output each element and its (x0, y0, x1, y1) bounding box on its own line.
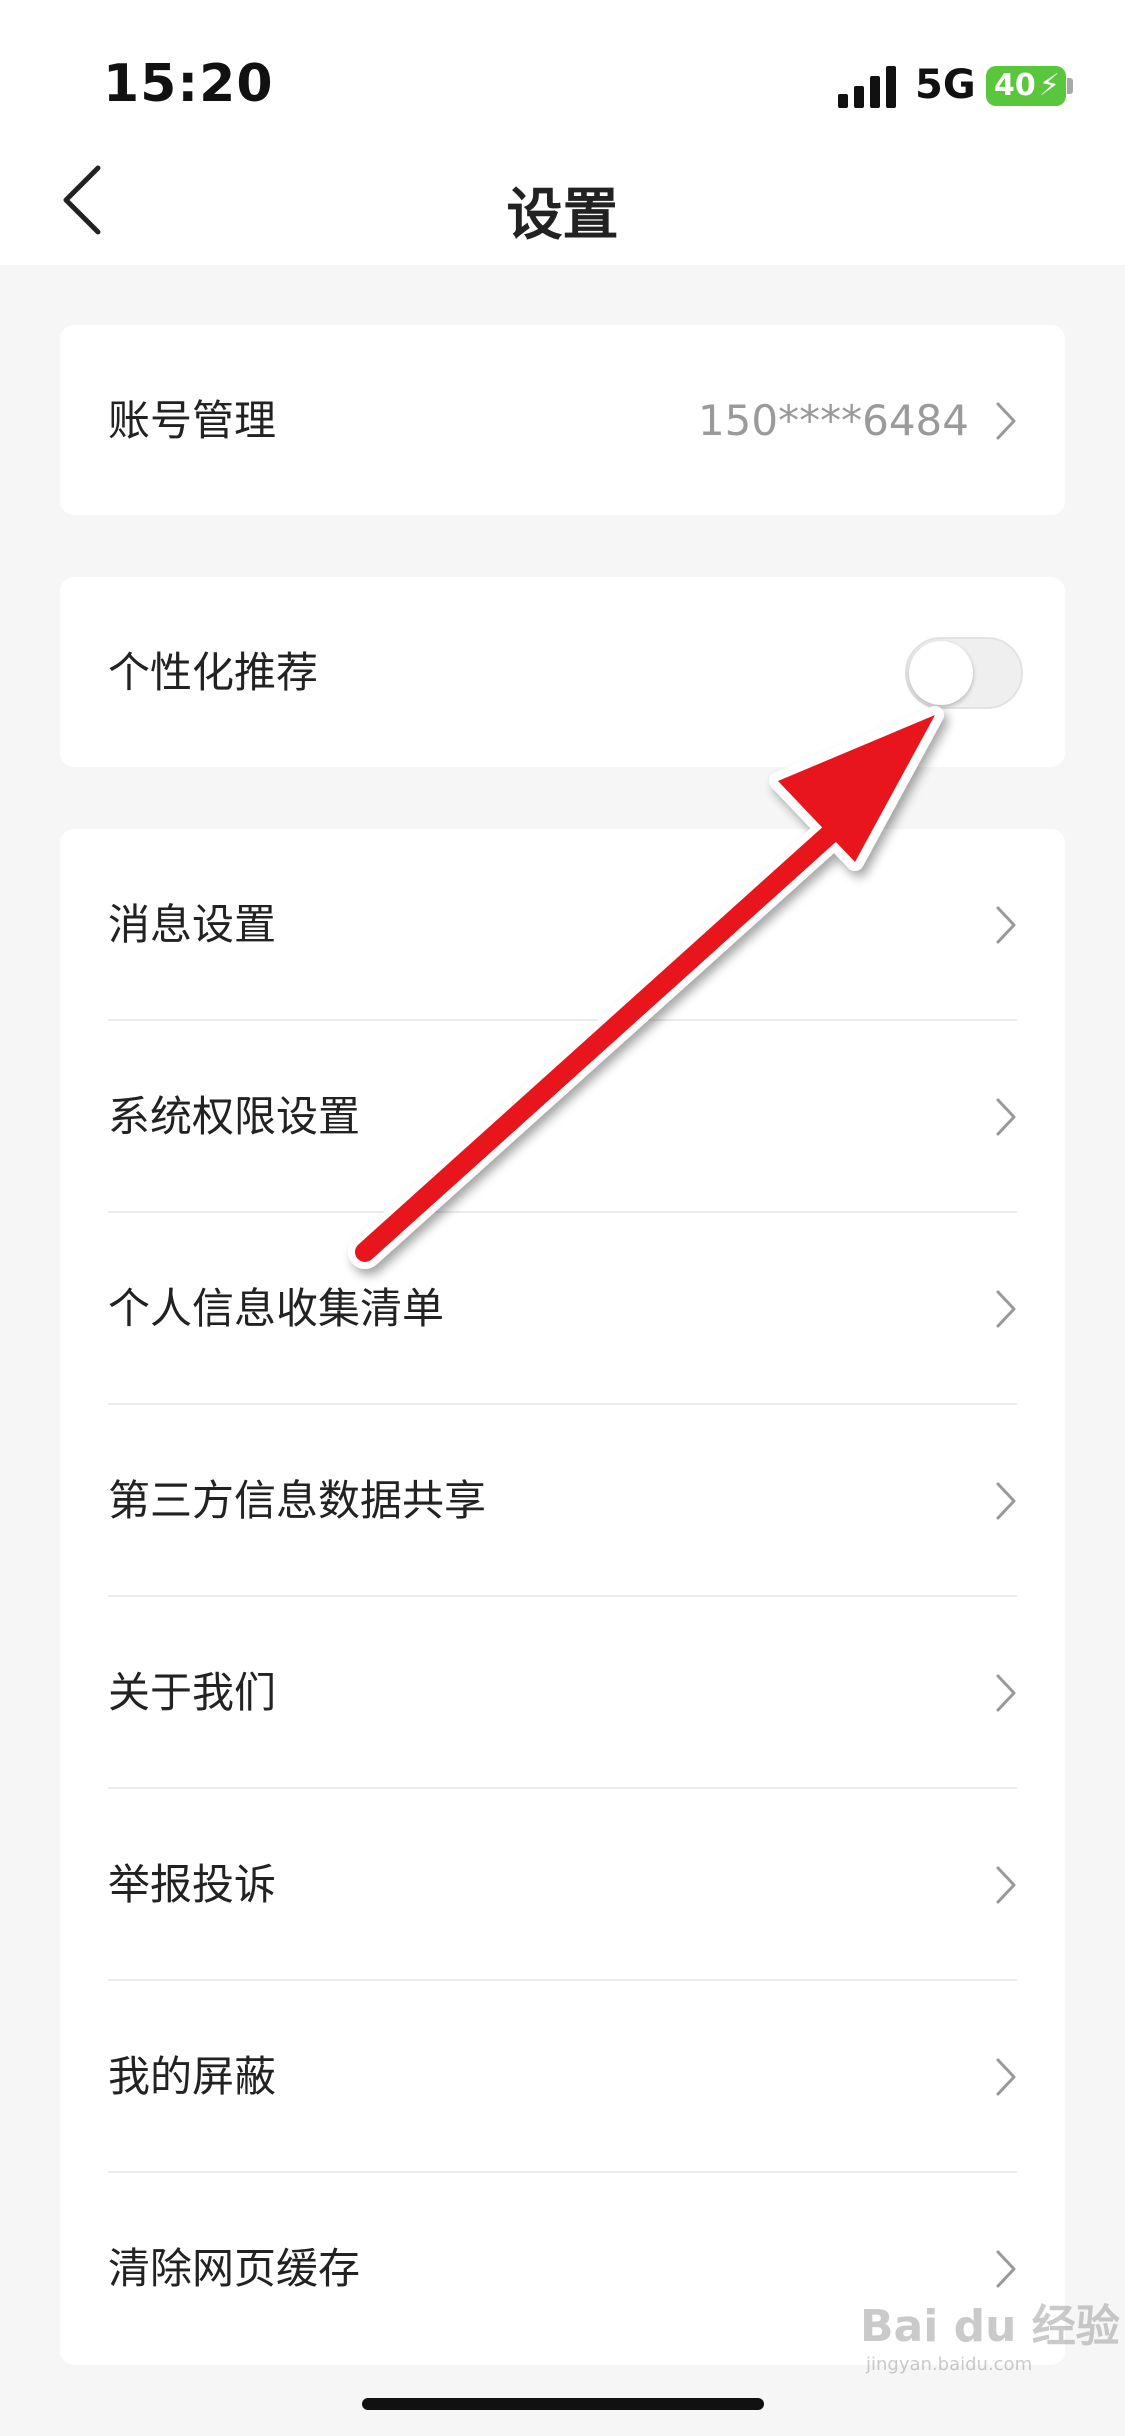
menu-item-label: 第三方信息数据共享 (108, 1476, 487, 1525)
menu-item-third-party-sharing[interactable]: 第三方信息数据共享 (60, 1405, 1065, 1597)
home-indicator[interactable] (362, 2398, 764, 2410)
menu-item-label: 消息设置 (108, 900, 277, 949)
menu-item-personal-info-list[interactable]: 个人信息收集清单 (60, 1213, 1065, 1405)
menu-item-my-blocked[interactable]: 我的屏蔽 (60, 1981, 1065, 2173)
watermark-url: jingyan.baidu.com (866, 2354, 1033, 2375)
menu-item-label: 清除网页缓存 (108, 2244, 361, 2293)
chevron-right-icon (996, 2250, 1016, 2288)
toggle-knob (909, 641, 973, 705)
battery-level: 40 (994, 68, 1036, 103)
chevron-right-icon (996, 402, 1016, 440)
recommend-card: 个性化推荐 (60, 577, 1065, 767)
personalized-recommendation-toggle[interactable] (905, 637, 1023, 709)
menu-item-about-us[interactable]: 关于我们 (60, 1597, 1065, 1789)
battery-icon: 40 ⚡ (986, 66, 1066, 106)
status-bar: 15:20 5G 40 ⚡ (0, 0, 1125, 140)
personalized-recommendation-label: 个性化推荐 (108, 648, 319, 697)
baidu-watermark-logo: Bai du 经验 jingyan.baidu.com (860, 2290, 1120, 2375)
menu-item-system-permissions[interactable]: 系统权限设置 (60, 1021, 1065, 1213)
chevron-right-icon (996, 1482, 1016, 1520)
menu-item-label: 我的屏蔽 (108, 2052, 277, 2101)
chevron-right-icon (996, 906, 1016, 944)
account-management-label: 账号管理 (108, 396, 277, 445)
account-card: 账号管理 150****6484 (60, 325, 1065, 515)
charging-bolt-icon: ⚡ (1038, 68, 1060, 103)
chevron-right-icon (996, 1866, 1016, 1904)
menu-item-report[interactable]: 举报投诉 (60, 1789, 1065, 1981)
menu-item-label: 举报投诉 (108, 1860, 277, 1909)
menu-item-label: 个人信息收集清单 (108, 1284, 445, 1333)
settings-menu-card: 消息设置 系统权限设置 个人信息收集清单 第三方信息数据共享 关于我们 举报投诉… (60, 829, 1065, 2365)
menu-item-label: 关于我们 (108, 1668, 277, 1717)
page-title: 设置 (506, 183, 619, 248)
status-time: 15:20 (103, 54, 274, 114)
battery-cap (1067, 78, 1073, 94)
phone-number-value: 150****6484 (697, 396, 969, 445)
menu-item-message-settings[interactable]: 消息设置 (60, 829, 1065, 1021)
chevron-right-icon (996, 1290, 1016, 1328)
network-type: 5G (915, 62, 976, 108)
chevron-right-icon (996, 1674, 1016, 1712)
watermark-brand: Bai du 经验 (860, 2301, 1120, 2352)
personalized-recommendation-row: 个性化推荐 (60, 577, 1065, 767)
chevron-right-icon (996, 2058, 1016, 2096)
account-management-row[interactable]: 账号管理 150****6484 (60, 325, 1065, 515)
nav-bar: 设置 (0, 140, 1125, 265)
signal-icon (838, 66, 896, 108)
menu-item-label: 系统权限设置 (108, 1092, 361, 1141)
chevron-right-icon (996, 1098, 1016, 1136)
